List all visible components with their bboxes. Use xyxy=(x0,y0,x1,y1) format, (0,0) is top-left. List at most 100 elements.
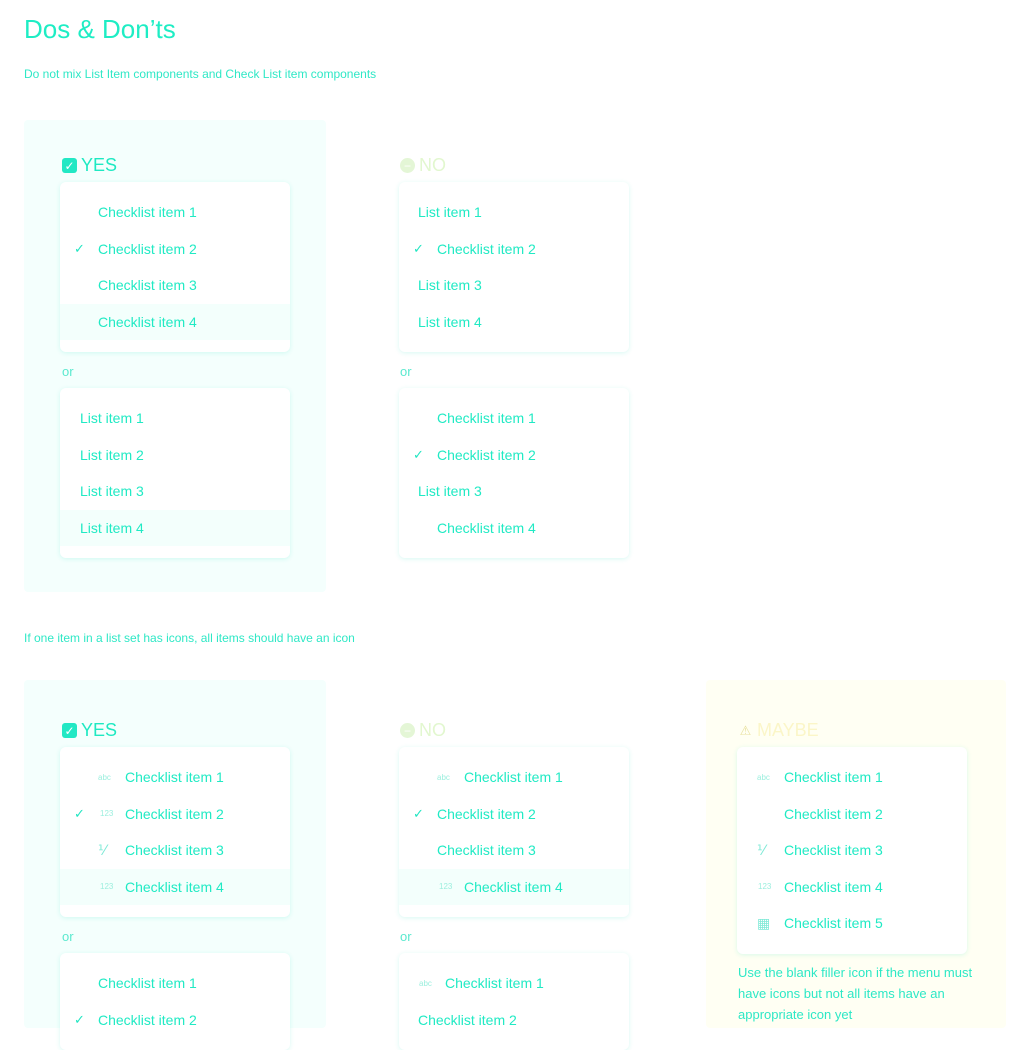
minus-circle-icon: − xyxy=(400,723,415,738)
item-label: Checklist item 2 xyxy=(437,240,536,257)
list-item[interactable]: 123 Checklist item 4 xyxy=(399,868,629,905)
list-item[interactable]: Checklist item 3 xyxy=(399,832,629,869)
mixed-menu: Checklist item 1 ✓ Checklist item 2 List … xyxy=(399,388,629,558)
item-label: List item 4 xyxy=(80,519,144,536)
fraction-icon: ⅟ xyxy=(98,841,106,858)
checkbox-checked-icon: ✓ xyxy=(62,723,77,738)
no-header-1: − NO xyxy=(400,155,446,176)
list-item[interactable]: Checklist item 4 xyxy=(399,510,629,547)
list-item[interactable]: ✓ Checklist item 2 xyxy=(399,796,629,833)
calendar-icon: ▦ xyxy=(757,914,771,931)
list-item[interactable]: Checklist item 1 xyxy=(60,194,290,231)
list-item[interactable]: ✓ Checklist item 2 xyxy=(60,231,290,268)
item-label: Checklist item 5 xyxy=(784,915,883,932)
123-icon: 123 xyxy=(758,882,772,892)
minus-circle-icon: − xyxy=(400,158,415,173)
list-item[interactable]: abc Checklist item 1 xyxy=(399,759,629,796)
yes-label: YES xyxy=(81,155,118,175)
item-label: Checklist item 3 xyxy=(437,842,536,859)
warning-icon: ⚠ xyxy=(739,722,752,738)
no-header-2: − NO xyxy=(400,720,446,741)
item-label: List item 1 xyxy=(418,204,482,221)
item-label: Checklist item 4 xyxy=(125,878,224,895)
item-label: List item 2 xyxy=(80,446,144,463)
item-label: Checklist item 1 xyxy=(98,204,197,221)
maybe-label: MAYBE xyxy=(757,720,819,740)
list-item[interactable]: ▦ Checklist item 5 xyxy=(737,905,967,942)
list-item[interactable]: List item 1 xyxy=(399,194,629,231)
list-item[interactable]: List item 3 xyxy=(399,267,629,304)
item-label: Checklist item 2 xyxy=(98,1011,197,1028)
abc-icon: abc xyxy=(757,772,770,782)
list-item[interactable]: ✓ Checklist item 2 xyxy=(60,1002,290,1039)
item-label: Checklist item 2 xyxy=(98,240,197,257)
item-label: Checklist item 1 xyxy=(437,410,536,427)
checkmark-icon: ✓ xyxy=(413,446,424,462)
item-label: Checklist item 4 xyxy=(98,313,197,330)
checkmark-icon: ✓ xyxy=(413,805,424,821)
or-label: or xyxy=(62,364,74,379)
or-label: or xyxy=(400,364,412,379)
list-item[interactable]: Checklist item 1 xyxy=(399,400,629,437)
item-label: Checklist item 2 xyxy=(784,805,883,822)
item-label: Checklist item 3 xyxy=(98,277,197,294)
mixed-icon-menu: abc Checklist item 1 Checklist item 2 xyxy=(399,953,629,1050)
list-item[interactable]: ✓ Checklist item 2 xyxy=(399,231,629,268)
list-item[interactable]: 123 Checklist item 4 xyxy=(737,869,967,906)
abc-icon: abc xyxy=(419,978,432,988)
list-item[interactable]: Checklist item 2 xyxy=(737,796,967,833)
yes-label: YES xyxy=(81,720,118,740)
list-item[interactable]: Checklist item 4 xyxy=(60,303,290,340)
list-item[interactable]: Checklist item 1 xyxy=(60,965,290,1002)
checklist-menu: Checklist item 1 ✓ Checklist item 2 Check… xyxy=(60,182,290,352)
maybe-header: ⚠ MAYBE xyxy=(738,720,819,741)
item-label: Checklist item 3 xyxy=(125,842,224,859)
item-label: Checklist item 2 xyxy=(125,805,224,822)
list-item[interactable]: List item 1 xyxy=(60,400,290,437)
list-item[interactable]: List item 3 xyxy=(399,473,629,510)
item-label: Checklist item 2 xyxy=(418,1011,517,1028)
list-item[interactable]: List item 3 xyxy=(60,473,290,510)
item-label: Checklist item 1 xyxy=(784,769,883,786)
section-2-note: If one item in a list set has icons, all… xyxy=(24,631,355,645)
123-icon: 123 xyxy=(439,882,453,892)
item-label: Checklist item 4 xyxy=(437,519,536,536)
abc-icon: abc xyxy=(98,772,111,782)
item-label: Checklist item 2 xyxy=(437,446,536,463)
item-label: List item 3 xyxy=(418,277,482,294)
item-label: Checklist item 4 xyxy=(784,878,883,895)
item-label: Checklist item 3 xyxy=(784,842,883,859)
no-label: NO xyxy=(419,155,446,175)
section-1-note: Do not mix List Item components and Chec… xyxy=(24,67,377,81)
list-item[interactable]: Checklist item 3 xyxy=(60,267,290,304)
list-item[interactable]: ✓ 123 Checklist item 2 xyxy=(60,796,290,833)
list-item[interactable]: ⅟ Checklist item 3 xyxy=(60,832,290,869)
list-item[interactable]: List item 4 xyxy=(60,509,290,546)
mixed-menu: List item 1 ✓ Checklist item 2 List item … xyxy=(399,182,629,352)
list-item[interactable]: Checklist item 2 xyxy=(399,1002,629,1039)
list-item[interactable]: List item 2 xyxy=(60,437,290,474)
list-item[interactable]: abc Checklist item 1 xyxy=(737,759,967,796)
no-label: NO xyxy=(419,720,446,740)
yes-header-2: ✓ YES xyxy=(62,720,117,741)
checklist-menu: Checklist item 1 ✓ Checklist item 2 xyxy=(60,953,290,1050)
fraction-icon: ⅟ xyxy=(757,841,765,858)
item-label: List item 3 xyxy=(80,483,144,500)
checkmark-icon: ✓ xyxy=(74,240,85,256)
list-item[interactable]: 123 Checklist item 4 xyxy=(60,868,290,905)
yes-header-1: ✓ YES xyxy=(62,155,117,176)
icon-menu: abc Checklist item 1 ✓ 123 Checklist item 2… xyxy=(60,747,290,917)
list-item[interactable]: ✓ Checklist item 2 xyxy=(399,437,629,474)
item-label: List item 4 xyxy=(418,313,482,330)
item-label: Checklist item 2 xyxy=(437,805,536,822)
item-label: List item 3 xyxy=(418,483,482,500)
list-item[interactable]: ⅟ Checklist item 3 xyxy=(737,832,967,869)
checkmark-icon: ✓ xyxy=(74,805,85,821)
abc-icon: abc xyxy=(437,772,450,782)
list-item[interactable]: abc Checklist item 1 xyxy=(399,965,629,1002)
list-item[interactable]: List item 4 xyxy=(399,304,629,341)
checkmark-icon: ✓ xyxy=(74,1011,85,1027)
or-label: or xyxy=(400,929,412,944)
123-icon: 123 xyxy=(100,882,114,892)
list-item[interactable]: abc Checklist item 1 xyxy=(60,759,290,796)
